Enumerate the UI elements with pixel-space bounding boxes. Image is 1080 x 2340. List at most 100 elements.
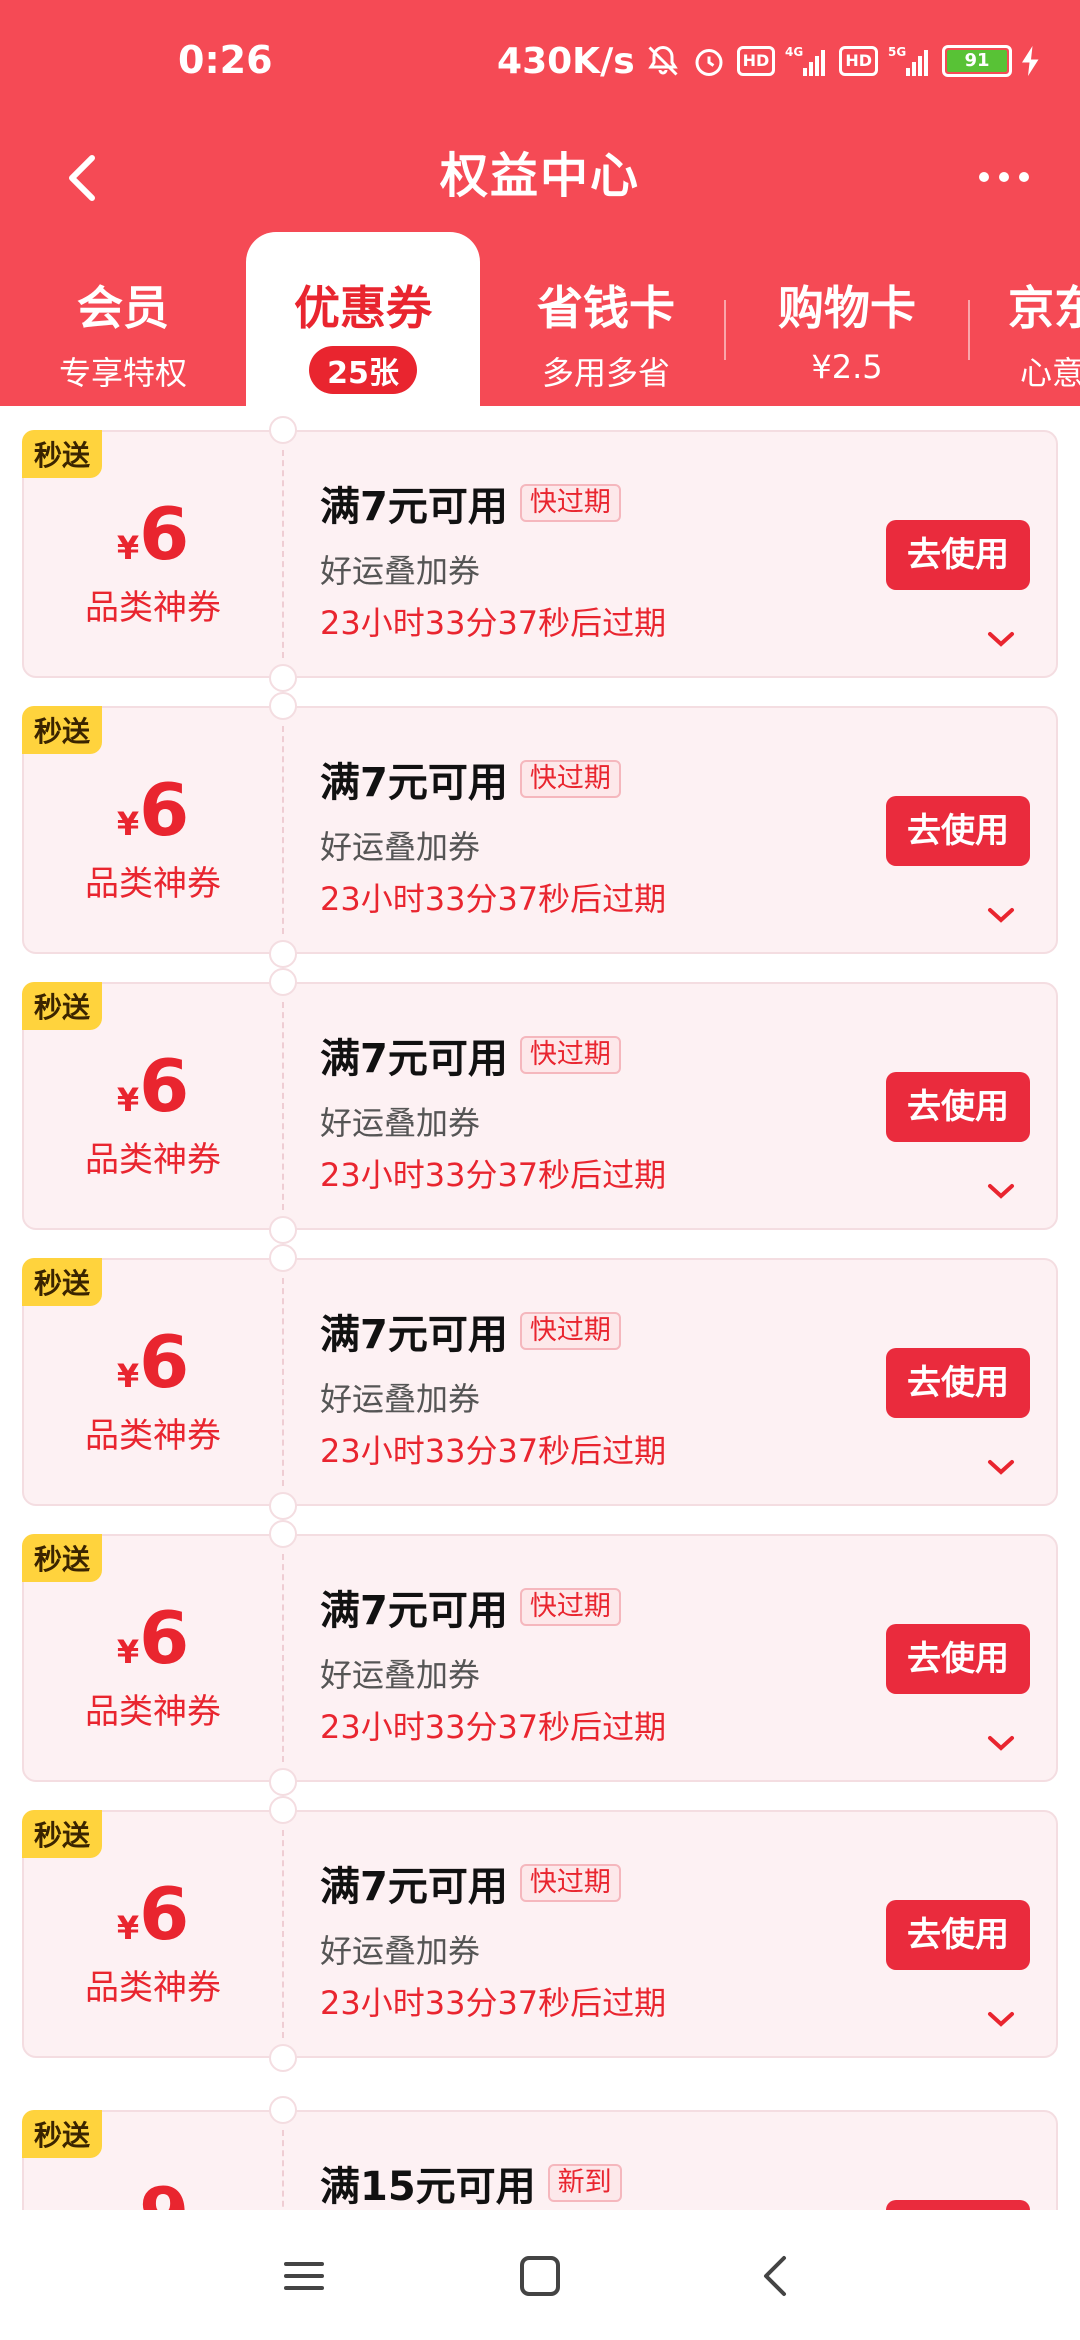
clock: 0:26 [178,38,273,82]
tab-title: 优惠券 [294,281,432,335]
coupon-amount: ¥6 [24,1044,282,1128]
status-bar: 0:26 430K/s HD 4G HD 5G 91 [0,0,1080,122]
amount-value: 9 [139,2172,189,2210]
coupon-kind: 品类神券 [85,1140,221,1180]
expiry-countdown: 23小时33分37秒后过期 [320,1156,667,1194]
menu-icon [284,2262,324,2290]
coupon-amount: ¥9 [24,2172,282,2210]
use-coupon-button[interactable] [886,2200,1030,2210]
coupon-card[interactable]: 秒送 ¥6 品类神券 满7元可用 快过期 好运叠加券 23小时33分37秒后过期 … [22,968,1058,1244]
flash-delivery-tag: 秒送 [22,1810,103,1858]
more-button[interactable] [964,142,1044,212]
tab-subtitle: 专享特权 [58,354,187,392]
tab-shopping-card[interactable]: 购物卡 ¥2.5 [726,232,968,406]
header: 0:26 430K/s HD 4G HD 5G 91 权益中心 会员 专享特权 … [0,0,1080,412]
expand-chevron-icon[interactable] [986,2008,1016,2030]
expand-chevron-icon[interactable] [986,1456,1016,1478]
flash-delivery-tag: 秒送 [22,430,103,478]
tab-coupons[interactable]: 优惠券 25张 [246,232,480,412]
flash-delivery-tag: 秒送 [22,1258,103,1306]
amount-value: 6 [139,1596,190,1680]
charging-icon [1022,46,1040,76]
tab-title: 购物卡 [778,281,916,335]
expiring-badge: 快过期 [519,484,621,522]
expiry-countdown: 23小时33分37秒后过期 [320,1984,667,2022]
currency-symbol: ¥ [116,529,140,567]
coupon-kind: 品类神券 [85,1692,221,1732]
expiry-countdown: 23小时33分37秒后过期 [320,1708,667,1746]
currency-symbol: ¥ [116,1081,140,1119]
condition-text: 满7元可用 [320,1588,508,1634]
coupon-card[interactable]: 秒送 ¥9 满15元可用新到 [22,2096,1058,2210]
tab-title: 会员 [77,281,169,335]
use-coupon-button[interactable]: 去使用 [886,520,1030,590]
flash-delivery-tag: 秒送 [22,2110,103,2158]
tab-subtitle: 多用多省 [541,354,670,392]
coupon-condition: 满15元可用 新到 [320,2154,622,2210]
coupon-card[interactable]: 秒送 ¥6 品类神券 满7元可用 快过期 好运叠加券 23小时33分37秒后过期 … [22,1520,1058,1796]
svg-text:5G: 5G [888,45,906,59]
coupon-amount: ¥6 [24,1320,282,1404]
coupon-condition: 满7元可用 快过期 [320,1302,621,1360]
back-nav-button[interactable] [746,2246,806,2306]
expand-chevron-icon[interactable] [986,904,1016,926]
expand-chevron-icon[interactable] [986,1180,1016,1202]
coupon-amount: ¥6 [24,1872,282,1956]
coupon-condition: 满7元可用 快过期 [320,474,621,532]
coupon-kind: 品类神券 [85,588,221,628]
coupon-card[interactable]: 秒送 ¥6 品类神券 满7元可用 快过期 好运叠加券 23小时33分37秒后过期 … [22,1244,1058,1520]
home-square-icon [520,2256,560,2296]
amount-value: 6 [139,1044,190,1128]
coupon-condition: 满7元可用 快过期 [320,1026,621,1084]
use-coupon-button[interactable]: 去使用 [886,1348,1030,1418]
expiring-badge: 快过期 [519,1864,621,1902]
amount-value: 6 [139,1320,190,1404]
tab-divider [968,300,970,360]
tab-title: 省钱卡 [537,281,675,335]
coupon-card[interactable]: 秒送 ¥6 品类神券 满7元可用 快过期 好运叠加券 23小时33分37秒后过期 … [22,692,1058,968]
coupon-condition: 满7元可用 快过期 [320,750,621,808]
system-nav-bar [0,2210,1080,2340]
coupon-kind: 品类神券 [85,1968,221,2008]
flash-delivery-tag: 秒送 [22,982,103,1030]
currency-symbol: ¥ [116,805,140,843]
expand-chevron-icon[interactable] [986,628,1016,650]
svg-text:4G: 4G [785,45,803,59]
condition-text: 满7元可用 [320,484,508,530]
amount-value: 6 [139,1872,190,1956]
expiry-countdown: 23小时33分37秒后过期 [320,1432,667,1470]
currency-symbol: ¥ [116,1909,140,1947]
amount-value: 6 [139,768,190,852]
coupon-condition: 满7元可用 快过期 [320,1578,621,1636]
coupon-card[interactable]: 秒送 ¥6 品类神券 满7元可用 快过期 好运叠加券 23小时33分37秒后过期 … [22,1796,1058,2072]
coupon-kind: 品类神券 [85,864,221,904]
expiring-badge: 快过期 [519,1588,621,1626]
hd-icon: HD [736,46,776,76]
hd-icon-2: HD [839,46,878,76]
menu-nav-button[interactable] [274,2246,334,2306]
coupon-amount: ¥6 [24,1596,282,1680]
expiring-badge: 快过期 [519,1036,621,1074]
battery-level: 91 [947,50,1007,72]
home-nav-button[interactable] [510,2246,570,2306]
expand-chevron-icon[interactable] [986,1732,1016,1754]
use-coupon-button[interactable]: 去使用 [886,1072,1030,1142]
currency-symbol: ¥ [116,1633,140,1671]
expiring-badge: 快过期 [519,760,621,798]
use-coupon-button[interactable]: 去使用 [886,1624,1030,1694]
coupon-card[interactable]: 秒送 ¥6 品类神券 满7元可用 快过期 好运叠加券 23小时33分37秒后过期 … [22,416,1058,692]
use-coupon-button[interactable]: 去使用 [886,796,1030,866]
use-coupon-button[interactable]: 去使用 [886,1900,1030,1970]
coupon-list[interactable]: 秒送 ¥6 品类神券 满7元可用 快过期 好运叠加券 23小时33分37秒后过期 … [0,406,1080,2210]
coupon-amount: ¥6 [24,492,282,576]
alarm-icon [691,43,727,79]
tab-savings-card[interactable]: 省钱卡 多用多省 [486,232,726,406]
coupon-description: 好运叠加券 [320,1656,481,1694]
coupon-description: 好运叠加券 [320,1104,481,1142]
tab-jd[interactable]: 京东 心意 [976,232,1080,406]
coupon-description: 好运叠加券 [320,552,481,590]
tab-member[interactable]: 会员 专享特权 [0,232,246,406]
condition-text: 满15元可用 [320,2164,536,2210]
coupon-count-badge: 25张 [309,346,417,394]
coupon-description: 好运叠加券 [320,1932,481,1970]
